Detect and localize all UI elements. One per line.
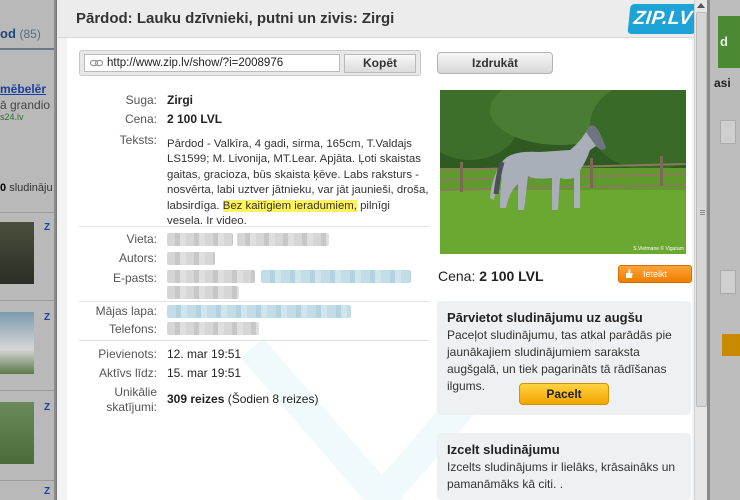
- active-until-label: Aktīvs līdz:: [98, 366, 157, 380]
- background-page-left: od (85) mēbelēr ā grandio s24.lv 0 sludi…: [0, 0, 54, 500]
- background-page-right: d asi: [710, 0, 740, 500]
- modal-header: Pārdod: Lauku dzīvnieki, putni un zivis:…: [57, 0, 707, 38]
- active-until-value: 15. mar 19:51: [167, 366, 242, 380]
- background-row-marker: Z: [44, 312, 51, 323]
- added-label: Pievienots:: [98, 347, 157, 361]
- listing-count-number: 0: [0, 182, 7, 194]
- text-label: Teksts:: [119, 133, 157, 147]
- price-value: 2 100 LVL: [167, 112, 223, 126]
- link-icon: [90, 59, 103, 67]
- background-tab-count: (85): [19, 27, 41, 41]
- background-right-heading: asi: [714, 76, 731, 90]
- phone-label: Telefons:: [108, 322, 157, 336]
- scrollbar-thumb[interactable]: [696, 12, 707, 407]
- background-scroll-widget: [720, 270, 736, 294]
- background-orange-button: [722, 334, 740, 356]
- background-row-divider: [0, 212, 54, 213]
- background-ad-text: ā grandio: [0, 98, 51, 112]
- background-row-divider: [0, 300, 54, 301]
- background-thumbnail: [0, 312, 34, 374]
- scroll-up-arrow-icon[interactable]: [697, 3, 705, 8]
- background-row-marker: Z: [44, 486, 51, 497]
- views-label-line2: skatījumi:: [106, 400, 157, 414]
- background-green-button: d: [718, 16, 740, 68]
- recommend-label: Ieteikt: [642, 269, 667, 279]
- listing-count-text: sludināju: [9, 182, 53, 194]
- price-label: Cena:: [124, 112, 157, 126]
- homepage-link-blurred[interactable]: [167, 305, 351, 318]
- background-row-marker: Z: [44, 222, 51, 233]
- background-thumbnail: [0, 222, 34, 284]
- share-url-input[interactable]: http://www.zip.lv/show/?i=2008976: [84, 54, 340, 72]
- type-label: Suga:: [125, 93, 157, 107]
- description-highlight: Bez kaitīgiem ieradumiem,: [222, 199, 357, 212]
- background-tab: od (85): [0, 26, 41, 41]
- homepage-label: Mājas lapa:: [95, 304, 157, 318]
- background-ad-title: mēbelēr: [0, 82, 47, 96]
- type-value: Zirgi: [167, 93, 193, 107]
- modal-title: Pārdod: Lauku dzīvnieki, putni un zivis:…: [76, 10, 395, 27]
- lift-listing-panel: Pārvietot sludinājumu uz augšu Paceļot s…: [437, 301, 691, 415]
- modal-scrollbar[interactable]: [694, 0, 707, 500]
- highlight-panel-title: Izcelt sludinājumu: [447, 442, 560, 457]
- place-value-blurred: [237, 233, 329, 246]
- modal-content: http://www.zip.lv/show/?i=2008976 Kopēt …: [67, 38, 692, 500]
- photo-price-label: Cena:: [438, 268, 476, 284]
- background-row-divider: [0, 480, 54, 481]
- email-label: E-pasts:: [112, 271, 157, 285]
- lift-panel-title: Pārvietot sludinājumu uz augšu: [447, 310, 643, 325]
- background-ad-url: s24.lv: [0, 112, 24, 122]
- copy-url-button[interactable]: Kopēt: [344, 54, 416, 73]
- share-url-bar: http://www.zip.lv/show/?i=2008976 Kopēt: [79, 50, 421, 76]
- scroll-grip-icon: [700, 210, 705, 211]
- print-button[interactable]: Izdrukāt: [437, 52, 553, 74]
- views-value: 309 reizes (Šodien 8 reizes): [167, 392, 318, 406]
- listing-photo[interactable]: S.Vietmane © Viguram: [440, 90, 686, 254]
- section-divider: [79, 340, 429, 341]
- section-divider: [79, 226, 429, 227]
- photo-price-value: 2 100 LVL: [479, 268, 544, 284]
- photo-price: Cena: 2 100 LVL: [438, 268, 544, 284]
- email-value-blurred: [167, 286, 239, 299]
- highlight-panel-text: Izcelts sludinājums ir lielāks, krāsainā…: [447, 460, 676, 491]
- horse-photo: S.Vietmane © Viguram: [440, 90, 686, 254]
- background-thumbnail: [0, 402, 34, 464]
- email-value-blurred: [167, 270, 255, 283]
- views-today: (Šodien 8 reizes): [224, 392, 319, 406]
- section-divider: [79, 301, 429, 302]
- background-tab-underline: [0, 48, 54, 50]
- background-row-divider: [0, 390, 54, 391]
- place-value-blurred: [167, 233, 233, 246]
- background-row-marker: Z: [44, 402, 51, 413]
- share-url-text: http://www.zip.lv/show/?i=2008976: [107, 57, 284, 69]
- views-total: 309 reizes: [167, 392, 225, 406]
- email-link-blurred[interactable]: [261, 270, 411, 283]
- views-label-line1: Unikālie: [114, 385, 157, 399]
- background-listing-count: 0 sludināju: [0, 182, 53, 194]
- added-value: 12. mar 19:51: [167, 347, 242, 361]
- place-label: Vieta:: [126, 232, 157, 246]
- lift-button[interactable]: Pacelt: [519, 383, 609, 405]
- phone-value-blurred: [167, 322, 259, 335]
- listing-description: Pārdod - Valkīra, 4 gadi, sirma, 165cm, …: [167, 137, 429, 229]
- listing-modal: Pārdod: Lauku dzīvnieki, putni un zivis:…: [56, 0, 707, 500]
- author-label: Autors:: [118, 251, 157, 265]
- highlight-listing-panel: Izcelt sludinājumu Izcelts sludinājums i…: [437, 433, 691, 500]
- author-value-blurred: [167, 252, 215, 265]
- background-tab-label: od: [0, 26, 16, 41]
- thumbs-up-icon: [626, 269, 633, 278]
- photo-caption: S.Vietmane © Viguram: [633, 245, 684, 252]
- zip-lv-logo[interactable]: ZIP.LV: [627, 4, 699, 34]
- background-scroll-widget: [720, 120, 736, 144]
- recommend-button[interactable]: Ieteikt: [618, 265, 692, 283]
